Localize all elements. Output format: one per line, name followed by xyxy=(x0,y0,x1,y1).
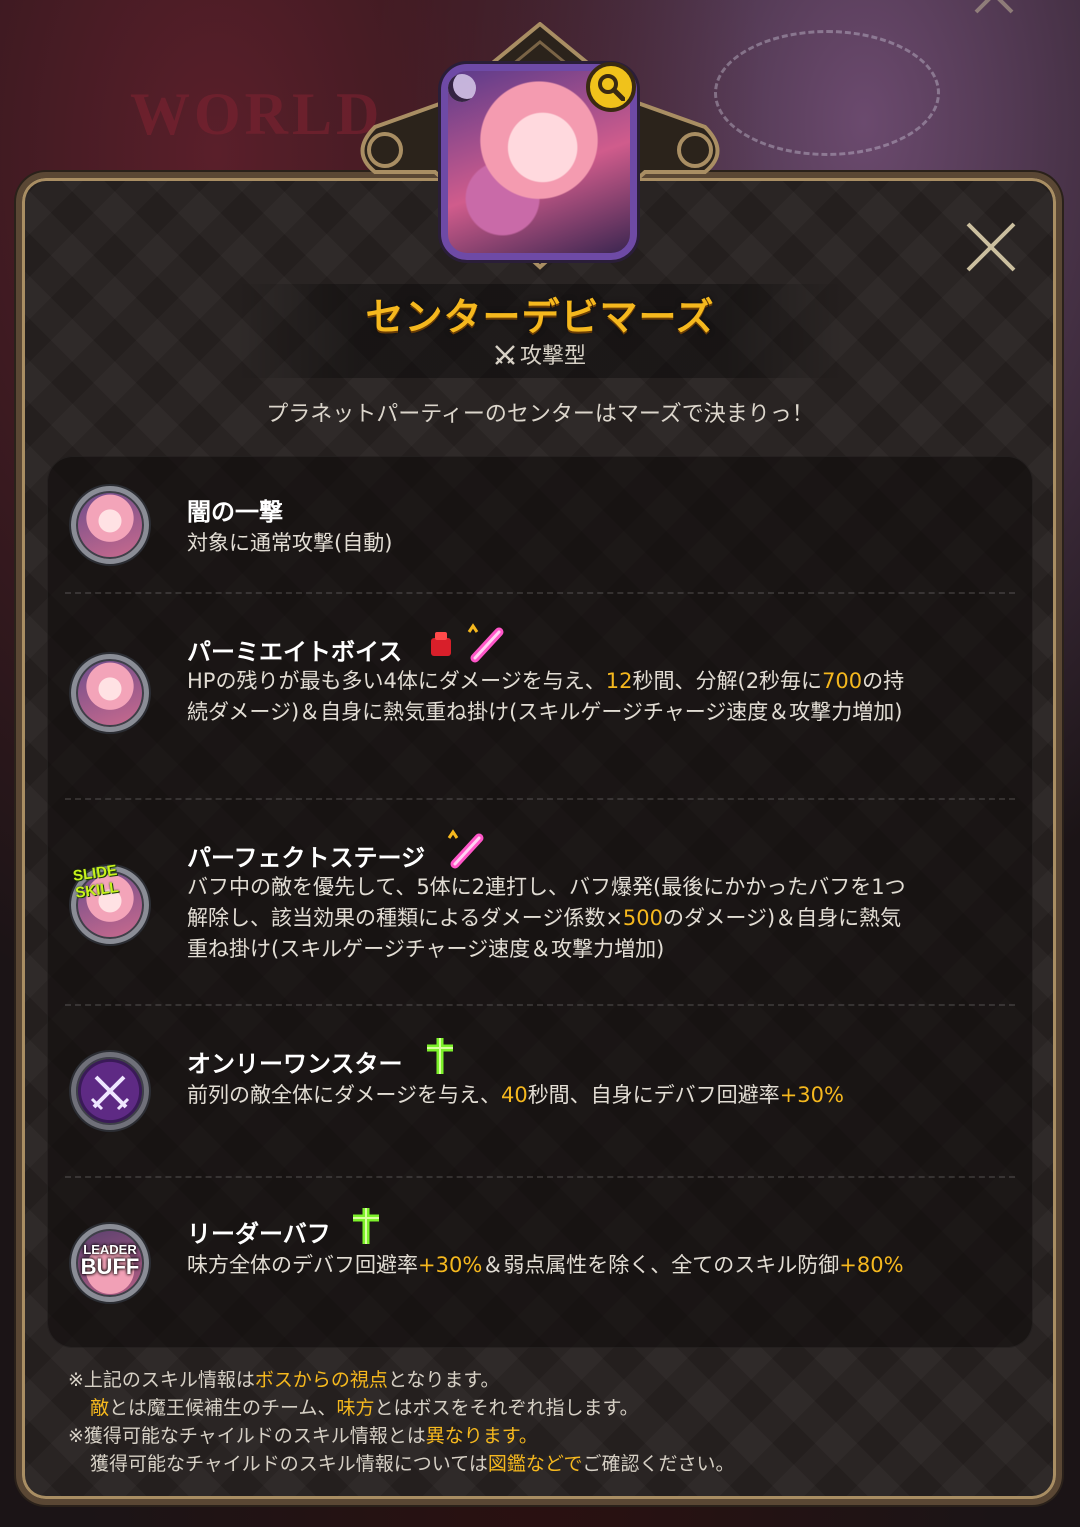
close-icon xyxy=(966,222,1016,272)
leader-buff-icon-text: LEADER BUFF xyxy=(80,1242,140,1279)
skill-icon-portrait xyxy=(71,654,149,732)
text-run: 秒間、自身にデバフ回避率 xyxy=(527,1083,780,1107)
text-run: 味方全体のデバフ回避率 xyxy=(187,1253,418,1277)
highlight-text: 敵 xyxy=(90,1397,110,1419)
text-run: となります。 xyxy=(387,1369,500,1391)
highlight-text: 40 xyxy=(500,1083,528,1107)
text-run: 秒間、分解(2秒毎に xyxy=(632,669,823,693)
character-tagline: プラネットパーティーのセンターはマーズで決まりっ！ xyxy=(266,402,814,427)
skill-description: 対象に通常攻撃(自動) xyxy=(187,528,907,559)
background-close-icon xyxy=(974,0,1014,14)
highlight-text: +80% xyxy=(839,1253,904,1277)
skill-name: 闇の一撃 xyxy=(187,498,283,526)
note-line: ※上記のスキル情報はボスからの視点となります。 xyxy=(68,1366,735,1394)
pink-stick-icon xyxy=(467,623,504,663)
skill-name: パーミエイトボイス xyxy=(187,638,403,666)
highlight-text: 味方 xyxy=(336,1397,375,1419)
highlight-text: +30% xyxy=(418,1253,483,1277)
text-run: HPの残りが最も多い4体にダメージを与え、 xyxy=(187,669,606,693)
highlight-text: 700 xyxy=(822,669,863,693)
skill-icon-portrait xyxy=(71,486,149,564)
skill-name: リーダーバフ xyxy=(187,1220,331,1248)
skill-list: 闇の一撃 対象に通常攻撃(自動) パーミエイトボイス HPの残りが最も多い4体に… xyxy=(47,456,1033,1348)
skill-row[interactable]: 闇の一撃 対象に通常攻撃(自動) xyxy=(47,456,1033,592)
skill-row[interactable]: パーミエイトボイス HPの残りが最も多い4体にダメージを与え、12秒間、分解(2… xyxy=(47,594,1033,798)
zoom-button[interactable] xyxy=(586,62,636,112)
crossed-swords-icon xyxy=(90,1075,130,1111)
skill-description: 前列の敵全体にダメージを与え、40秒間、自身にデバフ回避率+30% xyxy=(187,1080,907,1111)
text-run: 前列の敵全体にダメージを与え、 xyxy=(187,1083,501,1107)
skill-row[interactable]: LEADER BUFF リーダーバフ 味方全体のデバフ回避率+30%＆弱点属性を… xyxy=(47,1178,1033,1348)
footnotes: ※上記のスキル情報はボスからの視点となります。 敵とは魔王候補生のチーム、味方と… xyxy=(68,1366,735,1478)
text-run: ＆弱点属性を除く、全てのスキル防御 xyxy=(482,1253,840,1277)
skill-icon-active xyxy=(71,1052,149,1130)
skill-name: オンリーワンスター xyxy=(187,1050,403,1078)
skill-row[interactable]: オンリーワンスター 前列の敵全体にダメージを与え、40秒間、自身にデバフ回避率+… xyxy=(47,1006,1033,1176)
highlight-text: 図鑑などで xyxy=(487,1453,583,1475)
highlight-text: 異なります。 xyxy=(425,1425,538,1447)
text-run: ※上記のスキル情報は xyxy=(68,1369,255,1391)
text-run: 対象に通常攻撃(自動) xyxy=(187,531,393,555)
background-wreath xyxy=(714,30,940,156)
green-cross-icon xyxy=(427,1038,453,1074)
close-button[interactable] xyxy=(962,218,1020,276)
highlight-text: ボスからの視点 xyxy=(254,1369,388,1391)
skill-description: 味方全体のデバフ回避率+30%＆弱点属性を除く、全てのスキル防御+80% xyxy=(187,1250,907,1281)
moon-icon xyxy=(448,74,476,102)
note-line: 敵とは魔王候補生のチーム、味方とはボスをそれぞれ指します。 xyxy=(68,1394,735,1422)
note-line: ※獲得可能なチャイルドのスキル情報とは異なります。 xyxy=(68,1422,735,1450)
text-run: とは魔王候補生のチーム、 xyxy=(109,1397,337,1419)
skill-icon-leader: LEADER BUFF xyxy=(71,1224,149,1302)
text-run: ※獲得可能なチャイルドのスキル情報とは xyxy=(68,1425,426,1447)
character-name: センターデビマーズ xyxy=(365,295,715,339)
skill-icon-portrait: SLIDE SKILL xyxy=(71,862,149,944)
skill-name: パーフェクトステージ xyxy=(187,844,426,872)
highlight-text: +30% xyxy=(779,1083,844,1107)
slide-skill-badge: SLIDE SKILL xyxy=(71,861,120,902)
skill-description: バフ中の敵を優先して、5体に2連打し、バフ爆発(最後にかかったバフを1つ解除し、… xyxy=(187,872,907,965)
text-run: ご確認ください。 xyxy=(582,1453,735,1475)
skill-description: HPの残りが最も多い4体にダメージを与え、12秒間、分解(2秒毎に700の持続ダ… xyxy=(187,666,907,728)
search-icon xyxy=(598,74,625,101)
red-gem-icon xyxy=(431,632,451,656)
swords-icon xyxy=(495,345,515,365)
note-line: 獲得可能なチャイルドのスキル情報については図鑑などでご確認ください。 xyxy=(68,1450,735,1478)
type-label: 攻撃型 xyxy=(519,344,586,369)
highlight-text: 500 xyxy=(622,906,664,930)
text-run: 獲得可能なチャイルドのスキル情報については xyxy=(90,1453,488,1475)
character-type: 攻撃型 xyxy=(0,338,1080,370)
skill-row[interactable]: SLIDE SKILL パーフェクトステージ バフ中の敵を優先して、5体に2連打… xyxy=(47,800,1033,1004)
pink-stick-icon xyxy=(447,829,484,869)
green-cross-icon xyxy=(353,1208,379,1244)
highlight-text: 12 xyxy=(605,669,633,693)
text-run: とはボスをそれぞれ指します。 xyxy=(374,1397,639,1419)
